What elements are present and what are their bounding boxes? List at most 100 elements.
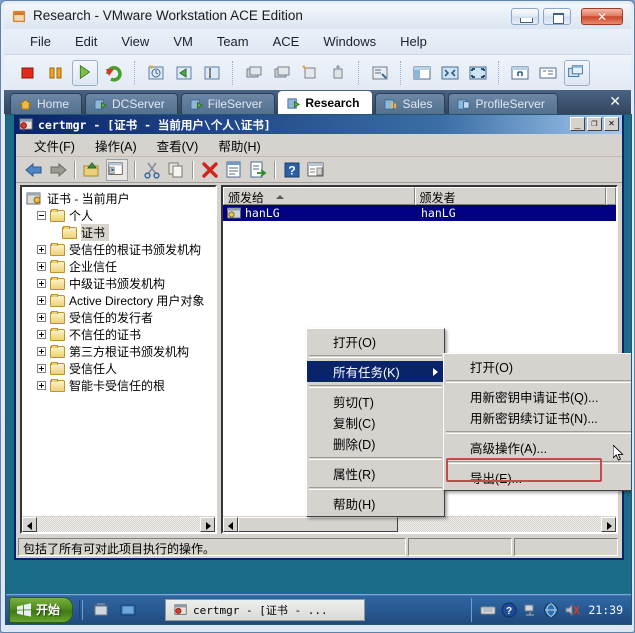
summary-icon[interactable] (368, 61, 392, 85)
scroll-track[interactable] (238, 516, 601, 532)
clone2-icon[interactable] (270, 61, 294, 85)
show-console-tree-icon[interactable] (106, 158, 128, 181)
tree-item-trusted-root-ca[interactable]: 受信任的根证书颁发机构 (26, 241, 215, 258)
tree-item-enterprise-trust[interactable]: 企业信任 (26, 258, 215, 275)
tab-profileserver[interactable]: ProfileServer (448, 93, 558, 114)
console-view-icon[interactable] (536, 61, 560, 85)
up-one-level-icon[interactable] (82, 160, 102, 180)
certmgr-minimize-button[interactable]: _ (570, 117, 585, 131)
collapse-toggle-icon[interactable] (37, 211, 46, 220)
submenu-item-export[interactable]: 导出(E)... (444, 467, 631, 488)
submenu-item-request-cert-new-key[interactable]: 用新密钥申请证书(Q)... (444, 386, 631, 407)
expand-toggle-icon[interactable] (37, 313, 46, 322)
tab-fileserver[interactable]: FileServer (180, 93, 276, 114)
usb-icon[interactable] (326, 61, 350, 85)
vmware-menu-file[interactable]: File (18, 32, 63, 51)
show-sidebar-icon[interactable] (410, 61, 434, 85)
certmgr-close-button[interactable]: ✕ (604, 117, 619, 131)
show-action-pane-icon[interactable] (306, 160, 326, 180)
tab-sales[interactable]: Sales (375, 93, 446, 114)
vmware-tray-icon[interactable] (543, 602, 559, 618)
power-on-icon[interactable] (72, 59, 98, 86)
vmware-menu-view[interactable]: View (109, 32, 161, 51)
settings-icon[interactable] (508, 61, 532, 85)
context-menu[interactable]: 打开(O) 所有任务(K) 剪切(T) 复制(C) 删除(D) 属性(R) 帮助… (306, 328, 445, 517)
expand-toggle-icon[interactable] (37, 347, 46, 356)
vmware-menu-ace[interactable]: ACE (261, 32, 312, 51)
vmware-menu-windows[interactable]: Windows (311, 32, 388, 51)
network-icon[interactable] (522, 602, 538, 618)
scroll-right-button[interactable] (200, 516, 215, 532)
column-header-issued-to[interactable]: 颁发给 (223, 187, 415, 205)
vmware-menu-team[interactable]: Team (205, 32, 261, 51)
export-icon[interactable] (248, 160, 268, 180)
tree-horizontal-scrollbar[interactable] (22, 515, 215, 532)
suspend-icon[interactable] (44, 61, 68, 85)
list-horizontal-scrollbar[interactable] (223, 515, 616, 532)
tree-item-personal[interactable]: 个人 (26, 207, 215, 224)
scroll-thumb[interactable] (238, 516, 398, 532)
submenu-item-renew-cert-new-key[interactable]: 用新密钥续订证书(N)... (444, 407, 631, 428)
context-menu-item-delete[interactable]: 删除(D) (307, 433, 444, 454)
forward-icon[interactable] (48, 160, 68, 180)
table-row[interactable]: hanLG hanLG (223, 205, 616, 221)
tree-item-intermediate-ca[interactable]: 中级证书颁发机构 (26, 275, 215, 292)
scroll-left-button[interactable] (223, 516, 238, 532)
context-menu-item-cut[interactable]: 剪切(T) (307, 391, 444, 412)
expand-toggle-icon[interactable] (37, 381, 46, 390)
help-icon[interactable]: ? (282, 160, 302, 180)
expand-toggle-icon[interactable] (37, 296, 46, 305)
scroll-track[interactable] (37, 516, 200, 532)
certmgr-menu-action[interactable]: 操作(A) (85, 134, 147, 157)
certmgr-menu-help[interactable]: 帮助(H) (208, 134, 270, 157)
back-icon[interactable] (24, 160, 44, 180)
expand-toggle-icon[interactable] (37, 330, 46, 339)
tree-item-root[interactable]: 证书 - 当前用户 (26, 190, 215, 207)
power-off-icon[interactable] (16, 61, 40, 85)
tree-item-certificates[interactable]: 证书 (26, 224, 215, 241)
show-desktop-icon[interactable] (119, 601, 137, 619)
cut-icon[interactable] (142, 160, 162, 180)
vmware-menu-vm[interactable]: VM (161, 32, 205, 51)
vmware-close-button[interactable]: ✕ (581, 8, 623, 25)
tree-item-untrusted-certificates[interactable]: 不信任的证书 (26, 326, 215, 343)
context-menu-item-open[interactable]: 打开(O) (307, 331, 444, 352)
scroll-right-button[interactable] (601, 516, 616, 532)
tree-item-third-party-root-ca[interactable]: 第三方根证书颁发机构 (26, 343, 215, 360)
taskbar-button-certmgr[interactable]: certmgr - [证书 - ... (165, 598, 366, 621)
tab-home[interactable]: Home (10, 93, 83, 114)
reset-icon[interactable] (102, 61, 126, 85)
tree-item-trusted-people[interactable]: 受信任人 (26, 360, 215, 377)
tree-item-smartcard-trusted-roots[interactable]: 智能卡受信任的根 (26, 377, 215, 394)
expand-toggle-icon[interactable] (37, 364, 46, 373)
certmgr-menu-file[interactable]: 文件(F) (24, 134, 85, 157)
context-menu-item-help[interactable]: 帮助(H) (307, 493, 444, 514)
keyboard-layout-icon[interactable] (480, 602, 496, 618)
volume-muted-icon[interactable] (564, 602, 581, 618)
vmware-minimize-button[interactable] (511, 8, 539, 25)
tree-item-trusted-publishers[interactable]: 受信任的发行者 (26, 309, 215, 326)
start-button[interactable]: 开始 (9, 596, 74, 623)
submenu-item-advanced-operations[interactable]: 高级操作(A)... (444, 437, 631, 458)
multiple-windows-icon[interactable] (564, 59, 590, 86)
snapshot-take-icon[interactable] (144, 61, 168, 85)
teams-icon[interactable] (298, 61, 322, 85)
quick-launch-icon[interactable] (93, 601, 111, 619)
vmware-maximize-button[interactable] (543, 8, 571, 25)
scroll-left-button[interactable] (22, 516, 37, 532)
all-tasks-submenu[interactable]: 打开(O) 用新密钥申请证书(Q)... 用新密钥续订证书(N)... 高级操作… (443, 353, 631, 491)
delete-icon[interactable] (200, 160, 220, 180)
fullscreen-icon[interactable] (466, 61, 490, 85)
tab-dcserver[interactable]: DCServer (85, 93, 178, 114)
clone-icon[interactable] (242, 61, 266, 85)
tab-close-button[interactable]: ✕ (609, 93, 621, 110)
fit-guest-icon[interactable] (438, 61, 462, 85)
expand-toggle-icon[interactable] (37, 279, 46, 288)
tab-research[interactable]: Research (278, 91, 373, 114)
taskbar-clock[interactable]: 21:39 (588, 603, 623, 617)
expand-toggle-icon[interactable] (37, 245, 46, 254)
vmware-menu-help[interactable]: Help (388, 32, 439, 51)
expand-toggle-icon[interactable] (37, 262, 46, 271)
snapshot-manager-icon[interactable] (200, 61, 224, 85)
column-header-issuer[interactable]: 颁发者 (414, 187, 606, 205)
